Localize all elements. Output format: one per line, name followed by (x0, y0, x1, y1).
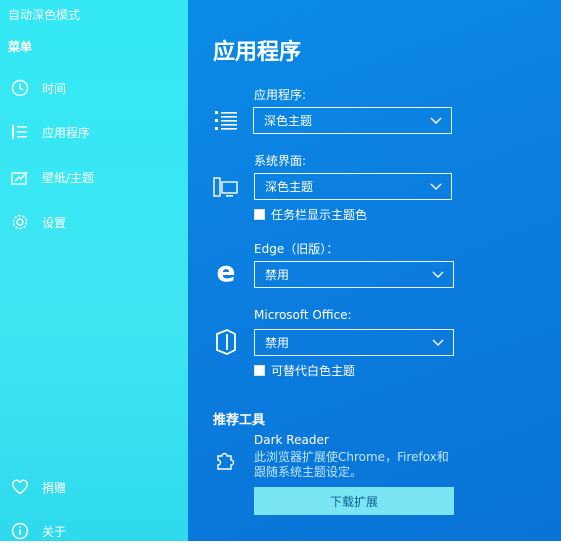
tool-description-line: 跟随系统主题设定。 (254, 465, 363, 479)
dropdown-value: 深色主题 (265, 180, 314, 194)
app-title: 自动深色模式 (8, 8, 81, 22)
sidebar-item-time[interactable]: 时间 (0, 71, 188, 105)
tool-description-line: 此浏览器扩展使Chrome，Firefox和 (254, 450, 449, 464)
system-theme-label: 系统界面: (254, 154, 307, 168)
sidebar-item-label: 设置 (42, 215, 67, 230)
dropdown-value: 禁用 (265, 336, 290, 350)
page-title: 应用程序 (213, 40, 302, 65)
sidebar-item-label: 关于 (42, 524, 67, 539)
checkbox-box[interactable] (254, 365, 265, 376)
sidebar: 自动深色模式 菜单 时间 应用程序 壁纸/主题 设置 捐赠 关于 (0, 0, 188, 541)
heart-icon (10, 477, 30, 497)
sidebar-item-wallpaper[interactable]: 壁纸/主题 (0, 160, 188, 194)
sidebar-item-label: 应用程序 (42, 125, 91, 140)
monitor-icon (212, 175, 240, 201)
sidebar-item-about[interactable]: 关于 (0, 514, 188, 548)
recommended-heading: 推荐工具 (213, 413, 266, 428)
apps-theme-dropdown[interactable]: 深色主题 (253, 107, 452, 134)
taskbar-accent-checkbox[interactable]: 任务栏显示主题色 (254, 206, 367, 223)
white-theme-checkbox[interactable]: 可替代白色主题 (254, 362, 355, 379)
system-theme-dropdown[interactable]: 深色主题 (254, 173, 452, 200)
chevron-down-icon (430, 114, 442, 128)
office-theme-dropdown[interactable]: 禁用 (254, 329, 454, 356)
tool-description: 此浏览器扩展使Chrome，Firefox和 跟随系统主题设定。 (254, 450, 464, 480)
sidebar-item-donate[interactable]: 捐赠 (0, 470, 188, 504)
info-icon (10, 521, 30, 541)
menu-title: 菜单 (8, 40, 33, 54)
download-extension-button[interactable]: 下载扩展 (254, 487, 454, 515)
apps-theme-label: 应用程序: (254, 88, 307, 102)
edge-icon: e (216, 255, 236, 288)
sidebar-item-apps[interactable]: 应用程序 (0, 115, 188, 149)
chevron-down-icon (432, 268, 444, 282)
sidebar-item-label: 时间 (42, 81, 67, 96)
brush-icon (10, 167, 30, 187)
chevron-down-icon (430, 180, 442, 194)
office-theme-label: Microsoft Office: (254, 308, 352, 322)
sidebar-item-label: 捐赠 (42, 480, 67, 495)
tool-name: Dark Reader (254, 433, 329, 447)
list-icon (213, 108, 239, 134)
chevron-down-icon (432, 336, 444, 350)
checkbox-box[interactable] (254, 209, 265, 220)
office-icon (212, 327, 240, 357)
checkbox-label: 可替代白色主题 (271, 364, 356, 378)
clock-icon (10, 78, 30, 98)
puzzle-icon (213, 447, 239, 473)
checkbox-label: 任务栏显示主题色 (271, 208, 368, 222)
list-icon (10, 122, 30, 142)
edge-theme-label: Edge（旧版）： (254, 242, 339, 256)
edge-theme-dropdown[interactable]: 禁用 (254, 261, 454, 288)
sidebar-item-label: 壁纸/主题 (42, 170, 95, 185)
sidebar-item-settings[interactable]: 设置 (0, 205, 188, 239)
dropdown-value: 禁用 (265, 268, 290, 282)
gear-icon (10, 212, 30, 232)
dropdown-value: 深色主题 (264, 114, 313, 128)
